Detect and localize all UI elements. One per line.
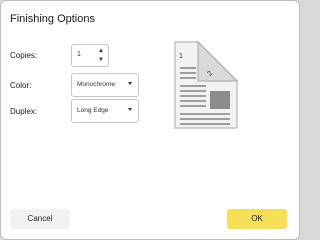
chevron-down-icon	[128, 108, 132, 111]
color-select[interactable]: Monochrome	[71, 73, 139, 97]
cancel-button[interactable]: Cancel	[10, 209, 70, 229]
chevron-down-icon	[128, 82, 132, 85]
copies-value[interactable]: 1	[77, 51, 81, 58]
finishing-options-dialog: Finishing Options Copies: 1 ▲ ▼ Color: M…	[0, 0, 300, 240]
duplex-label: Duplex:	[10, 107, 38, 116]
copies-stepper[interactable]: 1 ▲ ▼	[71, 44, 109, 67]
decrement-arrow-icon[interactable]: ▼	[97, 56, 105, 64]
color-selected-value: Monochrome	[77, 81, 115, 88]
copies-label: Copies:	[10, 51, 38, 60]
ok-button[interactable]: OK	[227, 209, 287, 229]
duplex-selected-value: Long Edge	[77, 107, 109, 114]
duplex-preview-icon: 1 2	[174, 41, 238, 129]
increment-arrow-icon[interactable]: ▲	[97, 47, 105, 55]
color-label: Color:	[10, 81, 32, 90]
dialog-title: Finishing Options	[10, 13, 95, 25]
front-page-number: 1	[179, 53, 183, 60]
duplex-select[interactable]: Long Edge	[71, 99, 139, 123]
